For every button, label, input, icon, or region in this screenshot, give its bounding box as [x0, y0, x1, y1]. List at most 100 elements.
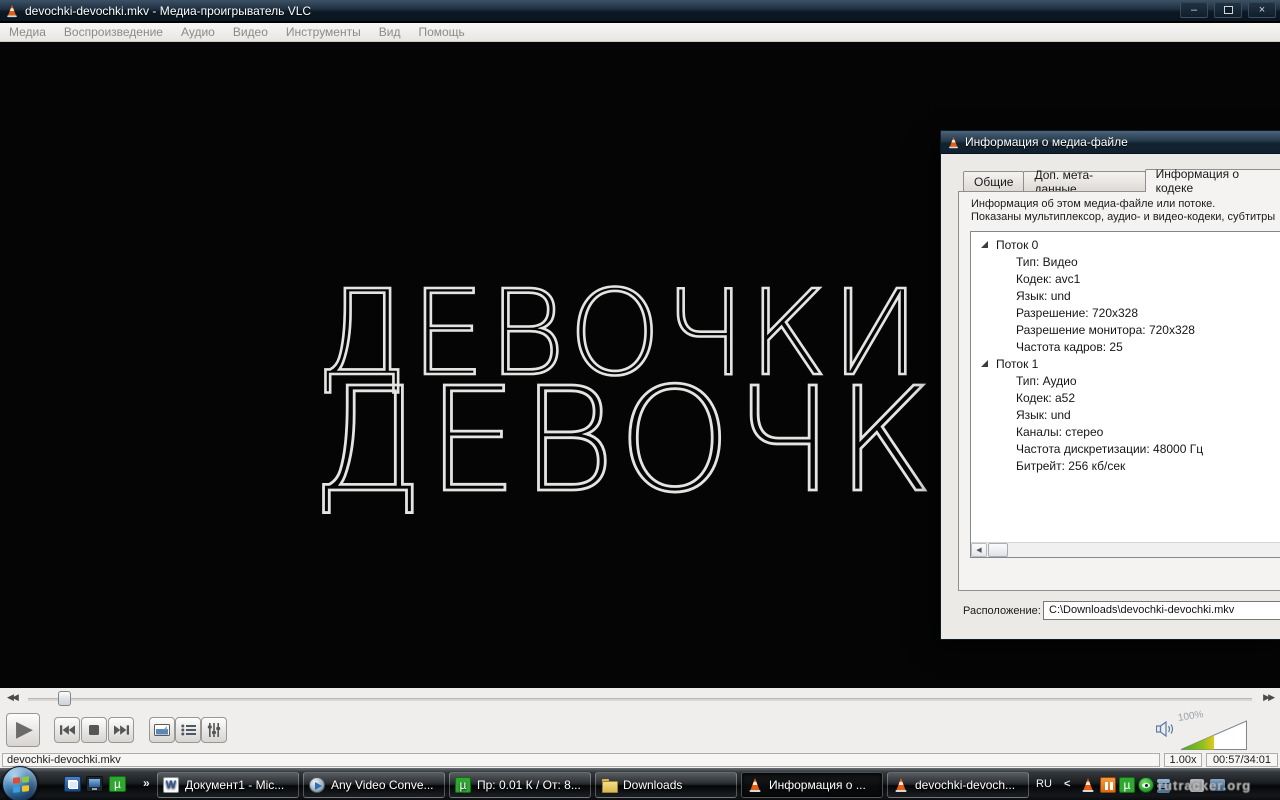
tree-item[interactable]: Каналы: стерео: [971, 423, 1280, 440]
restore-button[interactable]: [1214, 2, 1242, 18]
play-icon: ▶: [16, 719, 33, 741]
taskbar-button-word[interactable]: W Документ1 - Mic...: [157, 772, 299, 798]
vlc-cone-icon: [5, 4, 19, 18]
tray-chevron-icon[interactable]: <: [1064, 778, 1070, 790]
scroll-left-icon[interactable]: ◀: [971, 543, 987, 557]
status-filename: devochki-devochki.mkv: [2, 753, 1160, 767]
dialog-tabs: Общие Доп. мета-данные Информация о коде…: [963, 169, 1280, 192]
previous-button[interactable]: [54, 717, 80, 743]
tree-item[interactable]: Битрейт: 256 кб/сек: [971, 457, 1280, 474]
speaker-icon[interactable]: [1156, 721, 1175, 737]
any-video-converter-icon: [309, 777, 325, 793]
horizontal-scrollbar[interactable]: ◀: [971, 542, 1280, 557]
titlebar: devochki-devochki.mkv - Медиа-проигрыват…: [0, 0, 1280, 22]
codec-tab-panel: Информация об этом медиа-файле или поток…: [958, 191, 1280, 591]
next-icon: [114, 725, 129, 735]
menu-help[interactable]: Помощь: [409, 23, 473, 41]
menu-media[interactable]: Медиа: [0, 23, 55, 41]
menu-playback[interactable]: Воспроизведение: [55, 23, 172, 41]
statusbar: devochki-devochki.mkv 1.00x 00:57/34:01: [0, 752, 1280, 768]
word-document-icon: W: [163, 777, 179, 793]
media-info-dialog: Информация о медиа-файле Общие Доп. мета…: [940, 130, 1280, 640]
stop-icon: [89, 725, 99, 735]
tree-item[interactable]: Частота кадров: 25: [971, 338, 1280, 355]
window-title: devochki-devochki.mkv - Медиа-проигрыват…: [25, 4, 311, 18]
fullscreen-button[interactable]: [149, 717, 175, 743]
stop-button[interactable]: [81, 717, 107, 743]
tree-item[interactable]: Кодек: avc1: [971, 270, 1280, 287]
tray-utorrent-icon[interactable]: µ: [1119, 777, 1135, 793]
tree-item[interactable]: Язык: und: [971, 287, 1280, 304]
window-switcher-icon[interactable]: [64, 776, 81, 792]
faster-icon[interactable]: ▶▶: [1263, 693, 1273, 703]
tree-item[interactable]: Язык: und: [971, 406, 1280, 423]
volume-control: 100%: [1156, 710, 1266, 752]
tree-node-stream0[interactable]: Поток 0: [971, 236, 1280, 253]
location-row: Расположение: C:\Downloads\devochki-devo…: [941, 601, 1280, 621]
tree-node-stream1[interactable]: Поток 1: [971, 355, 1280, 372]
tray-antivirus-eye-icon[interactable]: [1138, 777, 1154, 793]
codec-description-line1: Информация об этом медиа-файле или поток…: [971, 198, 1280, 211]
taskbar-button-vlc-player[interactable]: devochki-devoch...: [887, 772, 1029, 798]
tray-vlc-icon[interactable]: [1080, 777, 1096, 793]
collapse-icon[interactable]: [981, 360, 988, 367]
tab-general[interactable]: Общие: [963, 171, 1024, 192]
previous-icon: [60, 725, 75, 735]
playlist-icon: [181, 724, 196, 736]
vlc-cone-icon: [747, 777, 763, 793]
taskbar-button-utorrent[interactable]: µ Пр: 0.01 К / От: 8...: [449, 772, 591, 798]
restore-icon: [1224, 6, 1233, 14]
tree-item[interactable]: Разрешение: 720x328: [971, 304, 1280, 321]
vlc-cone-icon: [893, 777, 909, 793]
playlist-button[interactable]: [175, 717, 201, 743]
tab-codec-info[interactable]: Информация о кодеке: [1145, 169, 1280, 192]
menu-audio[interactable]: Аудио: [172, 23, 224, 41]
fullscreen-icon: [154, 724, 170, 736]
slower-icon[interactable]: ◀◀: [7, 693, 17, 703]
location-field[interactable]: C:\Downloads\devochki-devochki.mkv: [1043, 601, 1280, 620]
next-button[interactable]: [108, 717, 134, 743]
vlc-cone-icon: [947, 136, 960, 149]
scrollbar-thumb[interactable]: [988, 543, 1008, 557]
menu-tools[interactable]: Инструменты: [277, 23, 370, 41]
menubar: Медиа Воспроизведение Аудио Видео Инстру…: [0, 23, 1280, 42]
seek-handle[interactable]: [58, 691, 71, 706]
tree-item[interactable]: Тип: Видео: [971, 253, 1280, 270]
minimize-button[interactable]: –: [1180, 2, 1208, 18]
equalizer-icon: [207, 723, 221, 737]
location-label: Расположение:: [963, 605, 1041, 617]
start-button[interactable]: [2, 766, 38, 800]
volume-slider[interactable]: [1180, 720, 1248, 751]
menu-view[interactable]: Вид: [370, 23, 410, 41]
tree-item[interactable]: Кодек: a52: [971, 389, 1280, 406]
status-playback-rate[interactable]: 1.00x: [1164, 753, 1202, 767]
seek-row: ◀◀ ▶▶: [0, 688, 1280, 710]
tree-item[interactable]: Тип: Аудио: [971, 372, 1280, 389]
menu-video[interactable]: Видео: [224, 23, 277, 41]
taskbar-button-media-info[interactable]: Информация о ...: [741, 772, 883, 798]
movie-title-line2: ДЕВОЧКИ: [312, 368, 1048, 512]
tree-item[interactable]: Разрешение монитора: 720x328: [971, 321, 1280, 338]
utorrent-quicklaunch-icon[interactable]: µ: [109, 776, 126, 792]
toolbar-overflow-chevron[interactable]: »: [143, 776, 150, 790]
language-indicator[interactable]: RU: [1036, 778, 1052, 790]
collapse-icon[interactable]: [981, 241, 988, 248]
status-time[interactable]: 00:57/34:01: [1206, 753, 1278, 767]
tree-item[interactable]: Частота дискретизации: 48000 Гц: [971, 440, 1280, 457]
dialog-titlebar[interactable]: Информация о медиа-файле: [941, 131, 1280, 154]
taskbar: µ » W Документ1 - Mic... Any Video Conve…: [0, 768, 1280, 800]
show-desktop-icon[interactable]: [86, 776, 103, 792]
seek-track[interactable]: [28, 698, 1252, 701]
tab-metadata[interactable]: Доп. мета-данные: [1023, 171, 1145, 192]
controls-row: ▶: [0, 710, 1280, 752]
close-button[interactable]: ×: [1248, 2, 1276, 18]
codec-description-line2: Показаны мультиплексор, аудио- и видео-к…: [971, 211, 1280, 224]
screenshot-watermark: rutracker.org: [1158, 778, 1278, 793]
play-button[interactable]: ▶: [6, 713, 40, 747]
tray-scheduler-pause-icon[interactable]: [1100, 777, 1116, 793]
taskbar-button-avc[interactable]: Any Video Conve...: [303, 772, 445, 798]
taskbar-button-downloads[interactable]: Downloads: [595, 772, 737, 798]
equalizer-button[interactable]: [201, 717, 227, 743]
stream-tree: Поток 0 Тип: Видео Кодек: avc1 Язык: und…: [970, 231, 1280, 558]
windows-logo-icon: [13, 776, 29, 793]
